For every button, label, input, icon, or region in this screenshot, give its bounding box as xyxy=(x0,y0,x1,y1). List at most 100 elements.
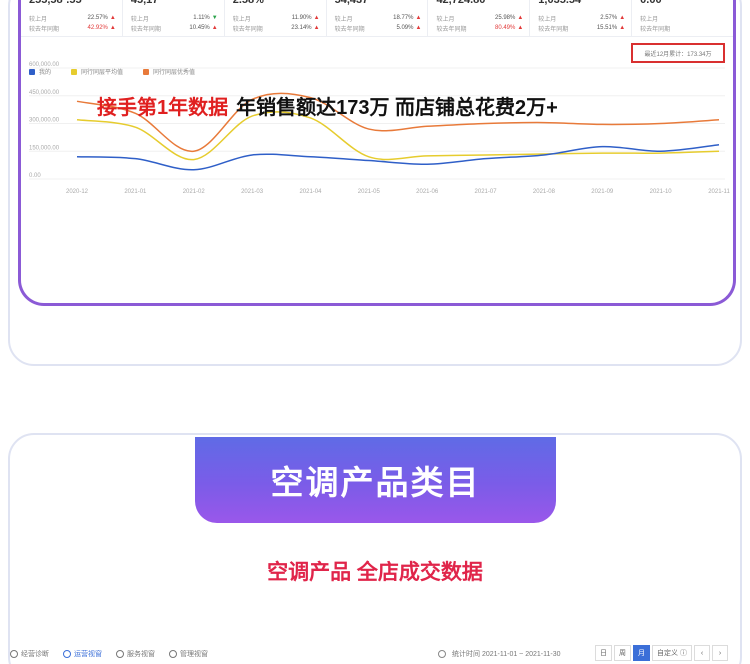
arrow-up-icon: ▲ xyxy=(313,15,320,21)
metric-compare-label: 较上月 xyxy=(538,16,557,23)
x-tick-label: 2020-12 xyxy=(66,189,89,195)
x-tick-label: 2021-01 xyxy=(124,189,147,195)
metric-pct-value: 2.57% xyxy=(600,15,618,21)
metric-compare-label: 较上月 xyxy=(334,16,353,23)
nav-tab-label: 管理视窗 xyxy=(180,651,208,658)
nav-tab-label: 服务视窗 xyxy=(127,651,155,658)
metric-pct-value: 15.51% xyxy=(596,25,618,31)
metric-compare-row: 较上月 18.77% ▲ xyxy=(335,13,422,23)
metric-pct-value: 18.77% xyxy=(393,15,414,21)
metric-compare-pct: 15.51% ▲ xyxy=(597,25,625,31)
metric-pct-value: 1.11% xyxy=(193,15,210,21)
nav-tab-label: 运营视窗 xyxy=(74,651,102,658)
metric-value: 42,724.80 xyxy=(436,0,486,6)
service-icon xyxy=(116,650,124,658)
metric-compare-row: 较去年同期 xyxy=(640,23,727,33)
category-title: 空调产品类目 xyxy=(270,464,481,501)
metric-compare-label: 较去年同期 xyxy=(334,26,365,33)
y-tick-label: 150,000.00 xyxy=(29,145,60,151)
metric-pct-value: 80.49% xyxy=(494,25,516,31)
metric-value: 2.58% xyxy=(232,0,264,6)
nav-tab-label: 经营诊断 xyxy=(21,651,49,658)
period-month-button[interactable]: 月 xyxy=(633,645,650,661)
x-tick-label: 2021-04 xyxy=(299,189,322,195)
arrow-up-icon: ▲ xyxy=(415,25,422,31)
category-subtitle: 空调产品 全店成交数据 xyxy=(267,561,483,584)
next-period-button[interactable]: › xyxy=(712,645,728,661)
metric-compare-pct: 80.49% ▲ xyxy=(495,25,523,31)
arrow-up-icon: ▲ xyxy=(517,15,524,21)
x-tick-label: 2021-10 xyxy=(650,189,673,195)
x-tick-label: 2021-06 xyxy=(416,189,439,195)
metric-compare-pct: 2.57% ▲ xyxy=(600,15,625,21)
metric-pct-value: 10.45% xyxy=(189,25,210,31)
nav-tab[interactable]: 经营诊断 xyxy=(10,649,49,659)
metric-compare-row: 较去年同期 80.49% ▲ xyxy=(436,23,523,33)
x-tick-label: 2021-08 xyxy=(533,189,556,195)
time-range: 统计时间 2021-11-01 ~ 2021-11-30 xyxy=(438,644,561,664)
metric-pct-value: 22.57% xyxy=(87,15,108,21)
metric-card[interactable]: 42,724.80 较上月 25.98% ▲ 较去年同期 80.49% ▲ xyxy=(428,0,531,36)
metric-card[interactable]: 2.58% 较上月 11.90% ▲ 较去年同期 23.14% ▲ xyxy=(225,0,327,36)
metric-pct-value: 23.14% xyxy=(291,25,312,31)
sales-trend-chart: 600,000.00 450,000.00 300,000.00 150,000.00… xyxy=(29,62,730,195)
arrow-up-icon: ▲ xyxy=(211,25,218,31)
metric-compare-label: 较上月 xyxy=(130,16,149,23)
arrow-down-icon: ▼ xyxy=(211,15,218,21)
metric-compare-label: 较去年同期 xyxy=(130,26,161,33)
metric-compare-label: 较去年同期 xyxy=(29,26,60,33)
headline-overlay: 接手第1年数据 年销售额达173万 而店铺总花费2万+ xyxy=(97,91,558,120)
y-tick-label: 600,000.00 xyxy=(29,62,60,68)
metric-compare-row: 较去年同期 23.14% ▲ xyxy=(233,23,320,33)
metric-compare-row: 较去年同期 15.51% ▲ xyxy=(538,23,625,33)
metric-compare-row: 较上月 1.11% ▼ xyxy=(131,13,218,23)
metric-compare-label: 较上月 xyxy=(29,16,48,23)
arrow-up-icon: ▲ xyxy=(109,15,116,21)
metric-compare-label: 较上月 xyxy=(436,16,455,23)
metric-compare-pct: 18.77% ▲ xyxy=(393,15,421,21)
nav-tabs: 经营诊断 运营视窗 服务视窗 管理视窗 xyxy=(10,649,208,659)
period-custom-button[interactable]: 自定义 ⓘ xyxy=(652,645,692,661)
arrow-up-icon: ▲ xyxy=(619,25,626,31)
period-week-button[interactable]: 周 xyxy=(614,645,631,661)
metric-compare-row: 较上月 25.98% ▲ xyxy=(436,13,523,23)
metric-compare-pct: 25.98% ▲ xyxy=(495,15,523,21)
metric-card[interactable]: 1,035.54 较上月 2.57% ▲ 较去年同期 15.51% ▲ xyxy=(530,0,633,36)
metric-value: 54,437 xyxy=(334,0,369,6)
diagnosis-icon xyxy=(10,650,18,658)
prev-period-button[interactable]: ‹ xyxy=(694,645,710,661)
metric-value: 0.00 xyxy=(640,0,662,6)
nav-tab[interactable]: 服务视窗 xyxy=(116,649,155,659)
shield-icon xyxy=(63,650,71,658)
time-range-label: 统计时间 2021-11-01 ~ 2021-11-30 xyxy=(452,651,561,658)
metric-compare-pct: 10.45% ▲ xyxy=(189,25,217,31)
metric-compare-row: 较上月 2.57% ▲ xyxy=(538,13,625,23)
x-tick-label: 2021-09 xyxy=(591,189,614,195)
metric-compare-label: 较去年同期 xyxy=(232,26,263,33)
category-banner: 空调产品类目 xyxy=(195,437,556,523)
metrics-row: 255,58·.55 较上月 22.57% ▲ 较去年同期 42.92% ▲ 45,17· 较… xyxy=(21,0,733,36)
metric-compare-row: 较上月 11.90% ▲ xyxy=(233,13,320,23)
metric-compare-label: 较去年同期 xyxy=(538,26,569,33)
x-tick-label: 2021-05 xyxy=(358,189,381,195)
x-tick-label: 2021-03 xyxy=(241,189,264,195)
metric-compare-label: 较上月 xyxy=(640,16,659,23)
metric-card[interactable]: 255,58·.55 较上月 22.57% ▲ 较去年同期 42.92% ▲ xyxy=(21,0,123,36)
period-day-button[interactable]: 日 xyxy=(595,645,612,661)
y-tick-label: 450,000.00 xyxy=(29,90,60,96)
metric-pct-value: 42.92% xyxy=(87,25,108,31)
clock-icon xyxy=(438,650,446,658)
nav-tab[interactable]: 运营视窗 xyxy=(63,649,102,659)
metric-compare-pct: 23.14% ▲ xyxy=(291,25,319,31)
arrow-up-icon: ▲ xyxy=(415,15,422,21)
divider xyxy=(21,36,733,37)
metric-compare-label: 较去年同期 xyxy=(640,26,671,33)
metric-card[interactable]: 45,17· 较上月 1.11% ▼ 较去年同期 10.45% ▲ xyxy=(123,0,225,36)
nav-tab[interactable]: 管理视窗 xyxy=(169,649,208,659)
metric-card[interactable]: 54,437 较上月 18.77% ▲ 较去年同期 5.09% ▲ xyxy=(327,0,429,36)
metric-compare-row: 较去年同期 5.09% ▲ xyxy=(335,23,422,33)
bottom-toolbar: 经营诊断 运营视窗 服务视窗 管理视窗 统计时间 2021-11-01 ~ 2021-… xyxy=(10,644,740,664)
x-tick-label: 2021-07 xyxy=(475,189,498,195)
x-tick-label: 2021-11 xyxy=(708,189,730,195)
metric-card[interactable]: 0.00 较上月较去年同期 xyxy=(632,0,733,36)
